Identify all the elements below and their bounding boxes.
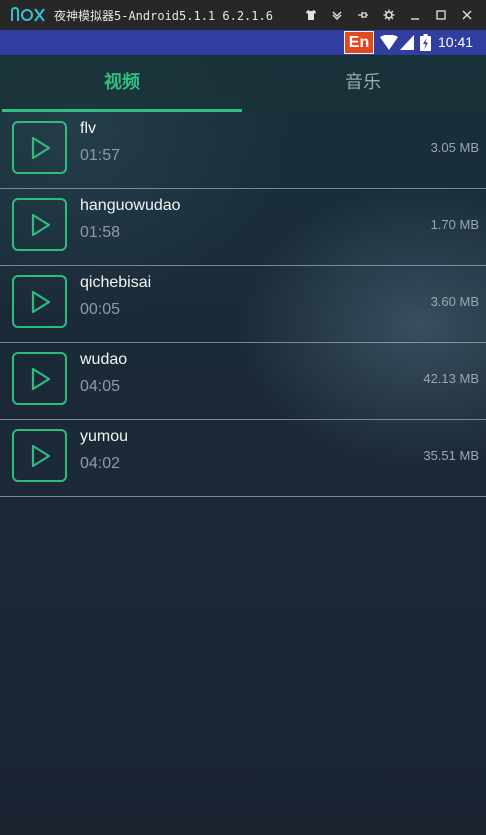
nox-logo-icon (11, 6, 45, 22)
play-icon (31, 444, 50, 467)
wifi-icon (380, 35, 398, 50)
gear-icon (383, 9, 395, 21)
video-duration: 04:02 (80, 455, 121, 472)
dropdown-button[interactable] (324, 0, 350, 30)
play-button[interactable] (12, 429, 67, 482)
pin-icon (358, 12, 368, 18)
ime-indicator: En (344, 31, 374, 54)
video-size: 42.13 MB (423, 371, 479, 386)
list-item[interactable]: flv 01:57 3.05 MB (0, 112, 486, 189)
list-item[interactable]: yumou 04:02 35.51 MB (0, 420, 486, 497)
settings-button[interactable] (376, 0, 402, 30)
pin-button[interactable] (350, 0, 376, 30)
maximize-icon (436, 10, 446, 20)
video-name: qichebisai (80, 274, 152, 291)
app-content: 视频 音乐 flv 01:57 3.05 MB hanguowudao 01:5… (0, 55, 486, 835)
video-list: flv 01:57 3.05 MB hanguowudao 01:58 1.70… (0, 112, 486, 497)
android-status-bar: En 10:41 (0, 30, 486, 55)
video-duration: 01:58 (80, 224, 121, 241)
minimize-icon (411, 18, 419, 20)
close-icon (462, 10, 472, 20)
play-button[interactable] (12, 121, 67, 174)
video-size: 35.51 MB (423, 448, 479, 463)
window-title: 夜神模拟器5-Android5.1.1 6.2.1.6 (54, 8, 273, 23)
video-name: hanguowudao (80, 197, 181, 214)
play-icon (31, 213, 50, 236)
video-duration: 01:57 (80, 147, 121, 164)
play-icon (31, 290, 50, 313)
shirt-icon (306, 10, 316, 20)
video-size: 3.60 MB (430, 294, 479, 309)
signal-icon (400, 35, 414, 50)
status-time: 10:41 (438, 34, 474, 50)
video-size: 3.05 MB (430, 140, 479, 155)
video-duration: 00:05 (80, 301, 121, 318)
list-item[interactable]: hanguowudao 01:58 1.70 MB (0, 189, 486, 266)
video-name: yumou (80, 428, 129, 445)
play-icon (31, 136, 50, 159)
close-button[interactable] (454, 0, 480, 30)
tab-video[interactable]: 视频 (2, 55, 242, 111)
skin-button[interactable] (298, 0, 324, 30)
tab-bar: 视频 音乐 (0, 55, 486, 112)
tab-music[interactable]: 音乐 (242, 55, 484, 111)
battery-icon (420, 34, 431, 51)
video-size: 1.70 MB (430, 217, 479, 232)
play-button[interactable] (12, 352, 67, 405)
play-button[interactable] (12, 275, 67, 328)
emulator-title-bar: 夜神模拟器5-Android5.1.1 6.2.1.6 (0, 0, 486, 30)
maximize-button[interactable] (428, 0, 454, 30)
video-duration: 04:05 (80, 378, 121, 395)
video-name: wudao (80, 351, 128, 368)
minimize-button[interactable] (402, 0, 428, 30)
video-name: flv (80, 120, 96, 137)
play-button[interactable] (12, 198, 67, 251)
play-icon (31, 367, 50, 390)
chevron-down-icon (332, 11, 342, 20)
list-item[interactable]: wudao 04:05 42.13 MB (0, 343, 486, 420)
list-item[interactable]: qichebisai 00:05 3.60 MB (0, 266, 486, 343)
